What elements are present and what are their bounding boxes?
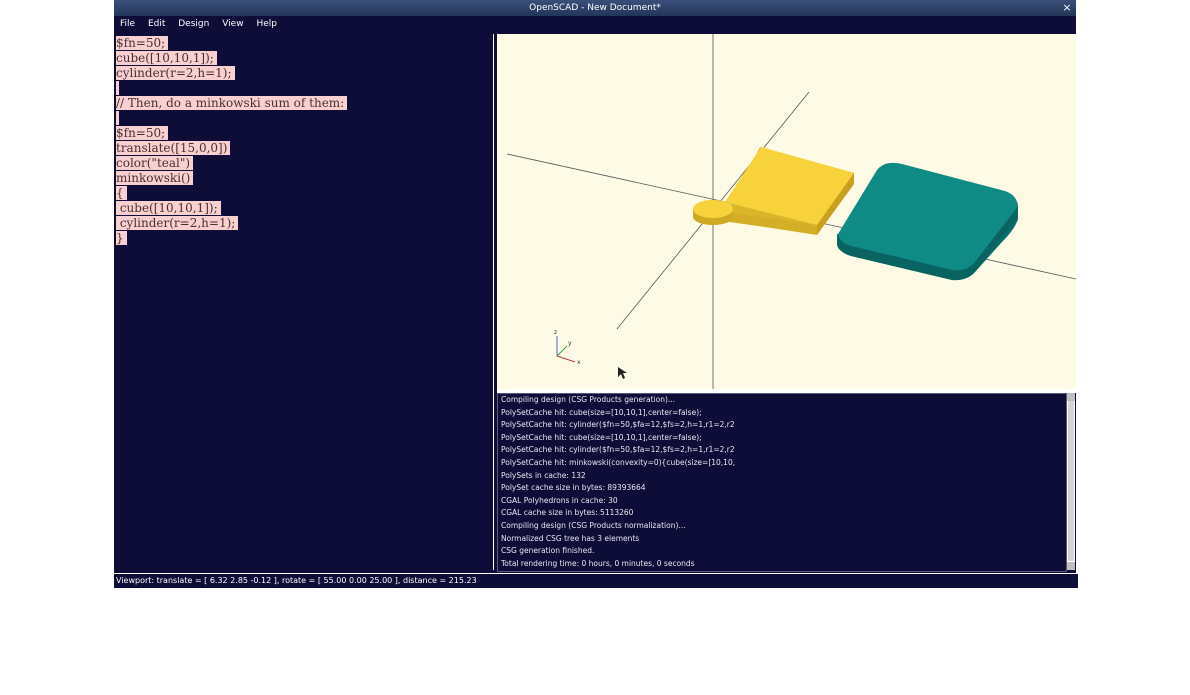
console-scrollbar[interactable]: [1067, 393, 1075, 570]
yellow-cube-object[interactable]: [693, 147, 854, 235]
code-editor[interactable]: $fn=50; cube([10,10,1]); cylinder(r=2,h=…: [114, 34, 494, 570]
menu-edit[interactable]: Edit: [148, 19, 165, 29]
axis-gizmo: z x y: [554, 329, 581, 366]
code-line: cube([10,10,1]);: [116, 201, 493, 216]
menu-design[interactable]: Design: [178, 19, 209, 29]
window-title: OpenSCAD - New Document*: [529, 3, 661, 13]
code-line: // Then, do a minkowski sum of them:: [116, 96, 493, 111]
openscad-window: OpenSCAD - New Document* × File Edit Des…: [114, 0, 1078, 588]
code-line: }: [116, 231, 493, 246]
scroll-down-icon[interactable]: [1067, 562, 1075, 570]
code-line: $fn=50;: [116, 36, 493, 51]
code-line: minkowski(): [116, 171, 493, 186]
console-message: PolySetCache hit: cube(size=[10,10,1],ce…: [501, 407, 702, 417]
close-icon[interactable]: ×: [1060, 0, 1074, 16]
code-line: translate([15,0,0]): [116, 141, 493, 156]
console-message: CGAL Polyhedrons in cache: 30: [501, 495, 618, 505]
console-message: CSG generation finished.: [501, 546, 595, 556]
console-message: PolySetCache hit: cylinder($fn=50,$fa=12…: [501, 445, 735, 455]
console-message: PolySets in cache: 132: [501, 470, 586, 480]
gizmo-x-label: x: [577, 359, 581, 366]
menu-help[interactable]: Help: [256, 19, 277, 29]
code-line: color("teal"): [116, 156, 493, 171]
title-bar: OpenSCAD - New Document* ×: [114, 0, 1076, 16]
menu-bar: File Edit Design View Help: [114, 16, 1076, 32]
code-line: cylinder(r=2,h=1);: [116, 66, 493, 81]
3d-viewport[interactable]: z x y: [497, 34, 1076, 389]
scroll-up-icon[interactable]: [1067, 393, 1075, 401]
menu-view[interactable]: View: [222, 19, 243, 29]
console-message: PolySetCache hit: minkowski(convexity=0)…: [501, 457, 736, 467]
code-line: {: [116, 186, 493, 201]
console-message: PolySet cache size in bytes: 89393664: [501, 483, 646, 493]
menu-file[interactable]: File: [120, 19, 135, 29]
code-line: cube([10,10,1]);: [116, 51, 493, 66]
mouse-cursor-icon: [618, 367, 627, 379]
code-text[interactable]: $fn=50; cube([10,10,1]); cylinder(r=2,h=…: [116, 36, 493, 246]
console-message: PolySetCache hit: cylinder($fn=50,$fa=12…: [501, 420, 735, 430]
console-message: Normalized CSG tree has 3 elements: [501, 533, 640, 543]
code-line: $fn=50;: [116, 126, 493, 141]
teal-minkowski-object[interactable]: [837, 162, 1019, 281]
code-line: [116, 111, 493, 126]
status-bar: Viewport: translate = [ 6.32 2.85 -0.12 …: [114, 573, 1078, 588]
console-message: Compiling design (CSG Products normaliza…: [501, 520, 686, 530]
code-line: [116, 81, 493, 96]
scroll-thumb[interactable]: [1068, 401, 1074, 561]
console-output: Compiling design (CSG Products generatio…: [497, 393, 1067, 572]
console-message: Total rendering time: 0 hours, 0 minutes…: [501, 558, 695, 568]
gizmo-z-label: z: [554, 329, 557, 336]
gizmo-y-label: y: [568, 340, 572, 347]
viewport-scene: z x y: [506, 34, 1076, 389]
console-message: Compiling design (CSG Products generatio…: [501, 395, 676, 404]
console-message: PolySetCache hit: cube(size=[10,10,1],ce…: [501, 432, 702, 442]
console-message: CGAL cache size in bytes: 5113260: [501, 508, 634, 518]
code-line: cylinder(r=2,h=1);: [116, 216, 493, 231]
